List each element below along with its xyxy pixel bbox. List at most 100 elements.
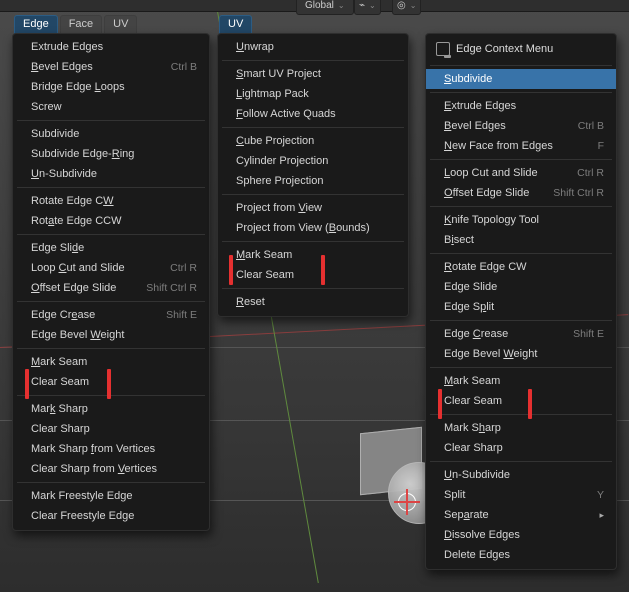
annotation-red-bar	[438, 389, 442, 419]
mi-offset-edge-slide[interactable]: Offset Edge SlideShift Ctrl R	[13, 278, 209, 298]
mi-ctx-bevel-edges[interactable]: Bevel EdgesCtrl B	[426, 116, 616, 136]
mi-ctx-extrude-edges[interactable]: Extrude Edges	[426, 96, 616, 116]
mi-bridge-edge-loops[interactable]: Bridge Edge Loops	[13, 77, 209, 97]
separator	[430, 159, 612, 160]
separator	[430, 253, 612, 254]
orientation-label: Global	[305, 0, 334, 11]
mi-extrude-edges[interactable]: Extrude Edges	[13, 37, 209, 57]
mi-mark-sharp-from-vertices[interactable]: Mark Sharp from Vertices	[13, 439, 209, 459]
separator	[430, 461, 612, 462]
mi-subdivide-edge-ring[interactable]: Subdivide Edge-Ring	[13, 144, 209, 164]
tab-edge-label: Edge	[23, 18, 49, 30]
mi-unwrap[interactable]: Unwrap	[218, 37, 408, 57]
mi-ctx-separate[interactable]: Separate	[426, 505, 616, 525]
mi-edge-crease[interactable]: Edge CreaseShift E	[13, 305, 209, 325]
mi-cube-projection[interactable]: Cube Projection	[218, 131, 408, 151]
mi-clear-sharp-from-vertices[interactable]: Clear Sharp from Vertices	[13, 459, 209, 479]
mi-screw[interactable]: Screw	[13, 97, 209, 117]
mi-smart-uv-project[interactable]: Smart UV Project	[218, 64, 408, 84]
mi-rotate-edge-ccw[interactable]: Rotate Edge CCW	[13, 211, 209, 231]
tab-uv-left-label: UV	[113, 18, 128, 30]
mode-tabs-left: Edge Face UV	[14, 15, 137, 35]
mi-subdivide[interactable]: Subdivide	[13, 124, 209, 144]
separator	[430, 320, 612, 321]
mi-edge-bevel-weight[interactable]: Edge Bevel Weight	[13, 325, 209, 345]
mi-ctx-knife[interactable]: Knife Topology Tool	[426, 210, 616, 230]
mi-ctx-edge-crease[interactable]: Edge CreaseShift E	[426, 324, 616, 344]
mi-ctx-clear-seam[interactable]: Clear Seam	[426, 391, 616, 411]
mi-ctx-mark-sharp[interactable]: Mark Sharp	[426, 418, 616, 438]
mi-bevel-edges[interactable]: Bevel EdgesCtrl B	[13, 57, 209, 77]
tab-uv-center-label: UV	[228, 18, 243, 30]
separator	[222, 241, 404, 242]
mi-clear-sharp[interactable]: Clear Sharp	[13, 419, 209, 439]
mi-ctx-offset-slide[interactable]: Offset Edge SlideShift Ctrl R	[426, 183, 616, 203]
separator	[222, 288, 404, 289]
mi-cylinder-projection[interactable]: Cylinder Projection	[218, 151, 408, 171]
mi-ctx-clear-sharp[interactable]: Clear Sharp	[426, 438, 616, 458]
mi-ctx-edge-bevel-weight[interactable]: Edge Bevel Weight	[426, 344, 616, 364]
context-menu-icon	[436, 42, 450, 56]
mi-ctx-split[interactable]: SplitY	[426, 485, 616, 505]
proportional-toggle[interactable]: ◎ ⌄	[392, 0, 421, 15]
mi-clear-freestyle-edge[interactable]: Clear Freestyle Edge	[13, 506, 209, 526]
tab-edge[interactable]: Edge	[14, 15, 58, 35]
mi-un-subdivide[interactable]: Un-Subdivide	[13, 164, 209, 184]
annotation-red-bar	[229, 255, 233, 285]
mi-follow-active-quads[interactable]: Follow Active Quads	[218, 104, 408, 124]
separator	[17, 482, 205, 483]
mi-ctx-un-subdivide[interactable]: Un-Subdivide	[426, 465, 616, 485]
mi-uv-clear-seam[interactable]: Clear Seam	[218, 265, 408, 285]
separator	[222, 127, 404, 128]
separator	[430, 92, 612, 93]
tab-uv-center[interactable]: UV	[219, 15, 252, 35]
3d-cursor	[398, 493, 416, 511]
snap-toggle[interactable]: ⌁ ⌄	[354, 0, 381, 15]
mi-edge-slide[interactable]: Edge Slide	[13, 238, 209, 258]
mi-ctx-rotate-cw[interactable]: Rotate Edge CW	[426, 257, 616, 277]
separator	[430, 414, 612, 415]
separator	[430, 65, 612, 66]
context-menu-title: Edge Context Menu	[426, 37, 616, 62]
mi-project-from-view-bounds[interactable]: Project from View (Bounds)	[218, 218, 408, 238]
mi-mark-freestyle-edge[interactable]: Mark Freestyle Edge	[13, 486, 209, 506]
mi-mark-seam[interactable]: Mark Seam	[13, 352, 209, 372]
annotation-red-bar	[107, 369, 111, 399]
tab-face-label: Face	[69, 18, 93, 30]
mi-ctx-delete-edges[interactable]: Delete Edges	[426, 545, 616, 565]
mi-uv-reset[interactable]: Reset	[218, 292, 408, 312]
separator	[430, 367, 612, 368]
edge-menu: Extrude Edges Bevel EdgesCtrl B Bridge E…	[12, 33, 210, 531]
mi-sphere-projection[interactable]: Sphere Projection	[218, 171, 408, 191]
separator	[430, 206, 612, 207]
separator	[17, 348, 205, 349]
mi-ctx-edge-slide[interactable]: Edge Slide	[426, 277, 616, 297]
mi-ctx-bisect[interactable]: Bisect	[426, 230, 616, 250]
tab-face[interactable]: Face	[60, 15, 102, 35]
chevron-down-icon: ⌄	[334, 1, 345, 10]
mi-ctx-subdivide[interactable]: Subdivide	[426, 69, 616, 89]
separator	[17, 301, 205, 302]
separator	[222, 194, 404, 195]
mi-clear-seam[interactable]: Clear Seam	[13, 372, 209, 392]
chevron-down-icon: ⌄	[365, 1, 376, 10]
mi-ctx-new-face[interactable]: New Face from EdgesF	[426, 136, 616, 156]
mi-project-from-view[interactable]: Project from View	[218, 198, 408, 218]
mi-uv-mark-seam[interactable]: Mark Seam	[218, 245, 408, 265]
mi-loop-cut-slide[interactable]: Loop Cut and SlideCtrl R	[13, 258, 209, 278]
separator	[17, 120, 205, 121]
mi-ctx-edge-split[interactable]: Edge Split	[426, 297, 616, 317]
edge-context-menu: Edge Context Menu Subdivide Extrude Edge…	[425, 33, 617, 570]
mi-lightmap-pack[interactable]: Lightmap Pack	[218, 84, 408, 104]
annotation-red-bar	[25, 369, 29, 399]
mi-ctx-mark-seam[interactable]: Mark Seam	[426, 371, 616, 391]
mi-rotate-edge-cw[interactable]: Rotate Edge CW	[13, 191, 209, 211]
orientation-dropdown[interactable]: Global ⌄	[296, 0, 354, 15]
mi-mark-sharp[interactable]: Mark Sharp	[13, 399, 209, 419]
uv-menu: Unwrap Smart UV Project Lightmap Pack Fo…	[217, 33, 409, 317]
annotation-red-bar	[321, 255, 325, 285]
mi-ctx-loop-cut[interactable]: Loop Cut and SlideCtrl R	[426, 163, 616, 183]
tab-uv-left[interactable]: UV	[104, 15, 137, 35]
context-menu-title-label: Edge Context Menu	[456, 43, 553, 55]
mi-ctx-dissolve-edges[interactable]: Dissolve Edges	[426, 525, 616, 545]
